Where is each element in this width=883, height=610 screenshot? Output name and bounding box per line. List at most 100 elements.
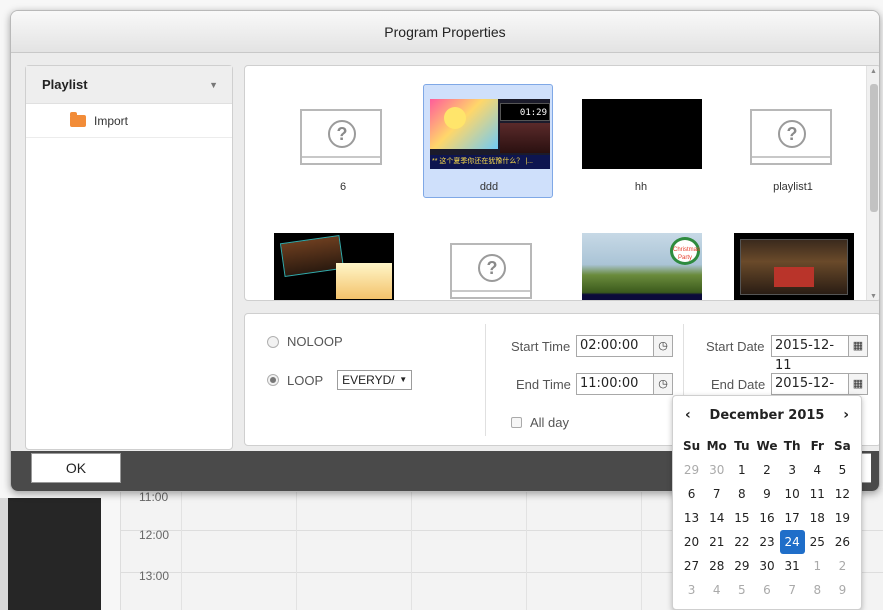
day-cell[interactable]: 5: [830, 458, 855, 482]
thumbnail-item[interactable]: ?: [427, 218, 557, 300]
day-cell[interactable]: 9: [754, 482, 779, 506]
day-cell[interactable]: 4: [704, 578, 729, 602]
day-cell[interactable]: 28: [704, 554, 729, 578]
thumbnail-item[interactable]: [267, 218, 397, 300]
thumbnail-6[interactable]: ? 6: [277, 84, 407, 198]
day-cell[interactable]: 1: [729, 458, 754, 482]
grid-line: [411, 488, 412, 610]
day-cell[interactable]: 9: [830, 578, 855, 602]
day-cell[interactable]: 4: [805, 458, 830, 482]
day-cell[interactable]: 27: [679, 554, 704, 578]
thumbnail-item[interactable]: Christmas Party: [575, 218, 705, 300]
week-row: 29 30 1 2 3 4 5: [679, 458, 855, 482]
day-cell[interactable]: 13: [679, 506, 704, 530]
day-cell[interactable]: 30: [754, 554, 779, 578]
clock-icon[interactable]: ◷: [653, 335, 673, 357]
grid-line: [296, 488, 297, 610]
day-cell[interactable]: 11: [805, 482, 830, 506]
grid-line: [526, 488, 527, 610]
day-cell[interactable]: 2: [830, 554, 855, 578]
start-date-label: Start Date: [706, 339, 765, 354]
weekday-label: Sa: [834, 439, 851, 453]
day-cell[interactable]: 2: [754, 458, 779, 482]
day-cell[interactable]: 10: [780, 482, 805, 506]
background-side-strip: [0, 498, 8, 610]
day-cell[interactable]: 6: [754, 578, 779, 602]
end-time-input[interactable]: 11:00:00: [576, 373, 654, 395]
day-cell[interactable]: 25: [805, 530, 830, 554]
week-row: 6 7 8 9 10 11 12: [679, 482, 855, 506]
day-cell[interactable]: 21: [704, 530, 729, 554]
day-cell[interactable]: 23: [754, 530, 779, 554]
day-cell[interactable]: 15: [729, 506, 754, 530]
day-cell[interactable]: 7: [704, 482, 729, 506]
day-cell[interactable]: 3: [780, 458, 805, 482]
tree-item-import[interactable]: Import: [26, 104, 232, 138]
day-cell[interactable]: 8: [805, 578, 830, 602]
noloop-radio[interactable]: [267, 335, 279, 348]
day-cell[interactable]: 31: [780, 554, 805, 578]
date-picker-grid: Su Mo Tu We Th Fr Sa 29 30 1 2 3 4 5 6 7 8 9 10 11 12 13 14 15 1…: [673, 434, 861, 602]
day-cell[interactable]: 7: [780, 578, 805, 602]
thumbnails-scrollbar[interactable]: ▲ ▼: [866, 66, 879, 300]
loop-mode-select[interactable]: EVERYD/ ▼: [337, 370, 413, 390]
loop-radio[interactable]: [267, 374, 279, 386]
image-caption: Christmas Party: [670, 237, 700, 265]
day-cell[interactable]: 16: [754, 506, 779, 530]
day-cell[interactable]: 20: [679, 530, 704, 554]
week-row: 13 14 15 16 17 18 19: [679, 506, 855, 530]
image-area: [774, 267, 814, 287]
day-cell[interactable]: 8: [729, 482, 754, 506]
noloop-option[interactable]: NOLOOP: [267, 334, 343, 349]
thumbnail-item[interactable]: [727, 218, 857, 300]
day-cell[interactable]: 17: [780, 506, 805, 530]
placeholder-thumbnail: ?: [750, 109, 832, 165]
start-time-input[interactable]: 02:00:00: [576, 335, 654, 357]
calendar-icon[interactable]: ▦: [848, 335, 868, 357]
loop-label: LOOP: [287, 372, 324, 388]
chevron-down-icon[interactable]: ▼: [209, 66, 218, 104]
day-cell[interactable]: 12: [830, 482, 855, 506]
thumbnail-image: [582, 99, 702, 169]
day-cell[interactable]: 14: [704, 506, 729, 530]
image-timer: 01:29: [500, 103, 550, 121]
weekday-label: Su: [682, 439, 701, 453]
loop-option[interactable]: LOOP EVERYD/ ▼: [267, 370, 413, 390]
end-time-label: End Time: [516, 377, 571, 392]
image-area: [500, 123, 550, 153]
day-cell[interactable]: 29: [729, 554, 754, 578]
thumbnail-hh[interactable]: hh: [575, 84, 705, 198]
thumbnail-ddd[interactable]: 01:29 ** 这个夏季你还在犹豫什么？ |... ddd: [423, 84, 553, 198]
scroll-down-icon[interactable]: ▼: [870, 293, 877, 300]
weekday-label: Th: [783, 439, 801, 453]
day-cell[interactable]: 6: [679, 482, 704, 506]
day-cell[interactable]: 3: [679, 578, 704, 602]
day-cell[interactable]: 29: [679, 458, 704, 482]
all-day-option[interactable]: All day: [511, 415, 569, 430]
all-day-checkbox[interactable]: [511, 417, 522, 428]
next-month-icon[interactable]: ›: [843, 407, 849, 423]
grid-line: [641, 488, 642, 610]
dialog-title: Program Properties: [11, 11, 879, 53]
calendar-icon[interactable]: ▦: [848, 373, 868, 395]
ok-button[interactable]: OK: [31, 453, 121, 483]
playlist-header[interactable]: Playlist ▼: [26, 66, 232, 104]
day-cell[interactable]: 5: [729, 578, 754, 602]
day-cell[interactable]: 22: [729, 530, 754, 554]
selected-day[interactable]: 24: [779, 530, 805, 554]
start-date-input[interactable]: 2015-12-11: [771, 335, 849, 373]
day-cell[interactable]: 19: [830, 506, 855, 530]
prev-month-icon[interactable]: ‹: [685, 407, 691, 423]
end-date-input[interactable]: 2015-12-24: [771, 373, 849, 411]
tree-item-label: Import: [94, 113, 129, 128]
day-cell[interactable]: 26: [830, 530, 855, 554]
time-label: 11:00: [139, 490, 169, 504]
clock-icon[interactable]: ◷: [653, 373, 673, 395]
thumbnail-playlist1[interactable]: ? playlist1: [727, 84, 857, 198]
scroll-thumb[interactable]: [870, 84, 878, 212]
day-cell[interactable]: 30: [704, 458, 729, 482]
day-cell[interactable]: 18: [805, 506, 830, 530]
weekday-label: Mo: [706, 439, 727, 453]
day-cell[interactable]: 1: [805, 554, 830, 578]
scroll-up-icon[interactable]: ▲: [870, 68, 877, 75]
